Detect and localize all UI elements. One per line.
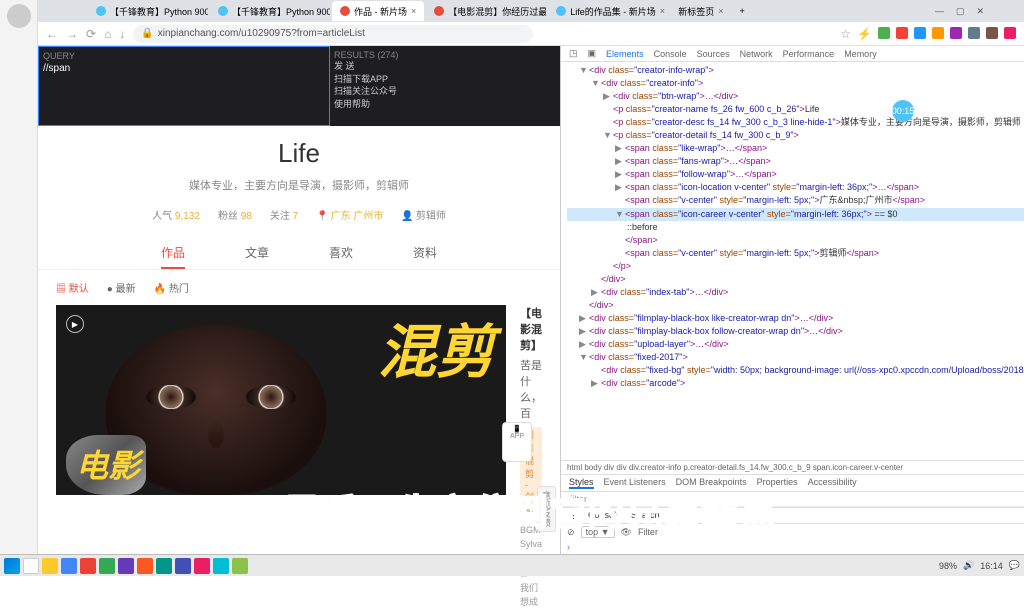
- ext-icon-6[interactable]: [968, 27, 980, 39]
- content-tabs: 作品 文章 喜欢 资料: [38, 244, 560, 270]
- tab-articles[interactable]: 文章: [245, 244, 269, 261]
- tb-app-6[interactable]: [137, 558, 153, 574]
- filter-newest[interactable]: ● 最新: [107, 280, 136, 295]
- filters: ▦ 默认 ● 最新 🔥 热门: [38, 270, 560, 305]
- result-line: 使用帮助: [334, 98, 556, 111]
- ext-icon-4[interactable]: [932, 27, 944, 39]
- tab-info[interactable]: 资料: [413, 244, 437, 261]
- ext-icon-8[interactable]: [1004, 27, 1016, 39]
- star-icon[interactable]: ☆: [840, 27, 851, 41]
- window-max-button[interactable]: ▢: [956, 6, 965, 17]
- stat-follow[interactable]: 关注 7: [270, 207, 298, 222]
- dt-tab-elements[interactable]: Elements: [606, 49, 644, 59]
- reload-button[interactable]: ⟳: [86, 27, 96, 41]
- result-line: 扫描关注公众号: [334, 85, 556, 98]
- device-icon[interactable]: ▣: [588, 48, 597, 59]
- result-line: 发 送: [334, 60, 556, 73]
- tab-2[interactable]: 【千锋教育】Python 900集×: [210, 1, 330, 21]
- stat-role: 👤剪辑师: [401, 207, 445, 222]
- tb-app-2[interactable]: [61, 558, 77, 574]
- app-download-badge[interactable]: 📱APP: [502, 422, 532, 462]
- start-button[interactable]: [4, 558, 20, 574]
- tab-6[interactable]: 新标签页×: [670, 1, 731, 21]
- tb-app-11[interactable]: [232, 558, 248, 574]
- thumb-text-1: 混剪: [378, 325, 494, 380]
- new-tab-button[interactable]: +: [740, 6, 745, 16]
- filter-default[interactable]: ▦ 默认: [56, 280, 89, 295]
- results-label: RESULTS (274): [334, 50, 556, 60]
- recording-time-badge: 00:15: [892, 100, 914, 122]
- lock-icon: 🔒: [141, 28, 153, 39]
- search-icon[interactable]: [23, 558, 39, 574]
- xpath-query-input[interactable]: //span: [43, 63, 325, 74]
- notification-icon[interactable]: 💬: [1009, 560, 1020, 571]
- filter-hot[interactable]: 🔥 热门: [154, 280, 189, 295]
- tray-icon[interactable]: 🔊: [963, 560, 974, 571]
- ext-icon-1[interactable]: [878, 27, 890, 39]
- inspect-icon[interactable]: ◳: [569, 48, 578, 59]
- stat-location: 📍广东 广州市: [316, 207, 383, 222]
- dt-tab-console[interactable]: Console: [654, 49, 687, 59]
- ext-icon-2[interactable]: [896, 27, 908, 39]
- tab-1[interactable]: 【千锋教育】Python 900集×: [88, 1, 208, 21]
- video-thumbnail[interactable]: ▶ 混剪 电影: [56, 305, 506, 495]
- tb-app-7[interactable]: [156, 558, 172, 574]
- tb-app-5[interactable]: [118, 558, 134, 574]
- dt-tab-sources[interactable]: Sources: [697, 49, 730, 59]
- devtools-panel: ◳ ▣ Elements Console Sources Network Per…: [560, 46, 1024, 554]
- tab-3[interactable]: 作品 - 新片场×: [332, 1, 424, 21]
- home-button[interactable]: ⌂: [104, 27, 111, 41]
- extension-icons: ☆ ⚡: [840, 27, 1016, 41]
- url-input[interactable]: 🔒 xinpianchang.com/u10290975?from=articl…: [133, 25, 533, 43]
- play-icon[interactable]: ▶: [66, 315, 84, 333]
- stat-popularity[interactable]: 人气 9,132: [152, 207, 200, 222]
- forward-button[interactable]: →: [66, 27, 78, 41]
- thumb-text-2: 电影: [76, 441, 140, 487]
- ext-icon-3[interactable]: [914, 27, 926, 39]
- tab-4[interactable]: 【电影混剪】你经历过最大的×: [426, 1, 546, 21]
- ext-icon-7[interactable]: [986, 27, 998, 39]
- browser-tabs: 【千锋教育】Python 900集× 【千锋教育】Python 900集× 作品…: [38, 0, 1024, 22]
- console-prompt[interactable]: ›: [561, 540, 1024, 554]
- xpath-helper-overlay: QUERY //span RESULTS (274) 发 送 扫描下载APP 扫…: [38, 46, 560, 126]
- tab-5[interactable]: Life的作品集 - 新片场×: [548, 1, 668, 21]
- tb-app-1[interactable]: [42, 558, 58, 574]
- dt-tab-memory[interactable]: Memory: [844, 49, 877, 59]
- video-subtitle-overlay: 于是采取先定位到它的兄弟结点: [246, 484, 778, 536]
- profile-desc: 媒体专业，主要方向是导演，摄影师，剪辑师: [38, 177, 560, 193]
- battery-status: 98%: [939, 561, 957, 571]
- location-icon: 📍: [316, 211, 328, 222]
- address-bar: ← → ⟳ ⌂ ↓ 🔒 xinpianchang.com/u10290975?f…: [38, 22, 1024, 46]
- back-button[interactable]: ←: [46, 27, 58, 41]
- favorites-strip: [0, 0, 38, 576]
- breadcrumb[interactable]: html body div div div.creator-info p.cre…: [561, 460, 1024, 474]
- dt-tab-performance[interactable]: Performance: [783, 49, 835, 59]
- profile-name: Life: [38, 138, 560, 169]
- page-content: QUERY //span RESULTS (274) 发 送 扫描下载APP 扫…: [38, 46, 560, 554]
- tb-app-3[interactable]: [80, 558, 96, 574]
- query-label: QUERY: [43, 51, 325, 61]
- tb-app-9[interactable]: [194, 558, 210, 574]
- accessibility-tab[interactable]: Accessibility: [808, 477, 857, 489]
- ext-icon-5[interactable]: [950, 27, 962, 39]
- bolt-icon[interactable]: ⚡: [857, 27, 872, 41]
- tab-likes[interactable]: 喜欢: [329, 244, 353, 261]
- result-line: 扫描下载APP: [334, 73, 556, 86]
- window-min-button[interactable]: —: [935, 6, 944, 17]
- download-button[interactable]: ↓: [119, 27, 125, 41]
- window-close-button[interactable]: ✕: [976, 6, 984, 17]
- clock[interactable]: 16:14: [980, 561, 1003, 571]
- elements-tree[interactable]: ▼<div class="creator-info-wrap"> ▼<div c…: [561, 62, 1024, 460]
- stat-fans[interactable]: 粉丝 98: [218, 207, 252, 222]
- tb-app-10[interactable]: [213, 558, 229, 574]
- avatar[interactable]: [7, 4, 31, 28]
- taskbar[interactable]: 98% 🔊 16:14 💬: [0, 554, 1024, 576]
- tab-works[interactable]: 作品: [161, 244, 185, 269]
- tb-app-4[interactable]: [99, 558, 115, 574]
- dt-tab-network[interactable]: Network: [740, 49, 773, 59]
- person-icon: 👤: [401, 211, 413, 222]
- tb-app-8[interactable]: [175, 558, 191, 574]
- video-subtitle: 苦是什么，百: [520, 357, 542, 421]
- video-title: 【电影混剪】: [520, 305, 542, 353]
